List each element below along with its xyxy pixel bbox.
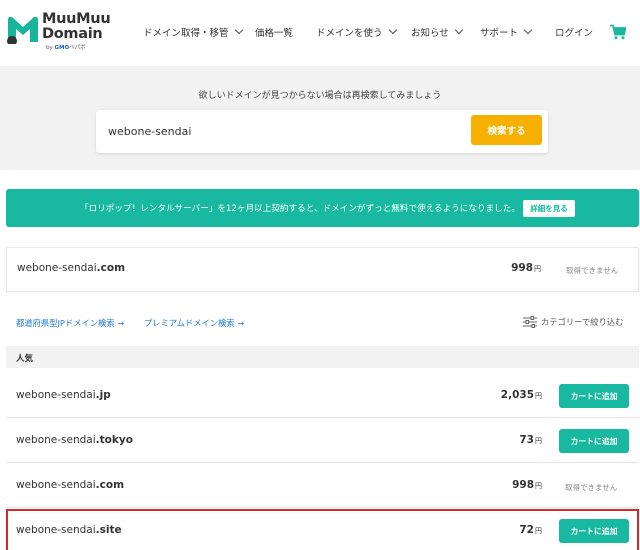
site-header: MuuMuu Domain by GMOペパボ ドメイン取得・移管 価格一覧 ド… [0,0,640,66]
logo-line2: Domain [42,26,103,42]
domain-price: 998円 [511,262,541,274]
domain-price: 998円 [512,479,542,491]
muumuu-domain-logo[interactable]: MuuMuu Domain by GMOペパボ [6,12,116,52]
domain-price: 73円 [519,434,542,446]
nav-price-list[interactable]: 価格一覧 [255,25,293,39]
domain-row-jp: webone-sendai.jp 2,035円 カートに追加 [6,374,639,418]
domain-price: 72円 [519,524,542,536]
domain-row-site: webone-sendai.site 72円 カートに追加 [6,509,639,550]
section-title: 人気 [16,354,34,364]
unavailable-label: 取得できません [566,266,619,275]
search-section: 欲しいドメインが見つからない場合は再検索してみましょう 検索する [0,66,640,170]
nav-support[interactable]: サポート [480,25,533,39]
nav-news[interactable]: お知らせ [411,25,464,39]
add-to-cart-button[interactable]: カートに追加 [559,384,629,408]
cart-icon[interactable] [610,24,626,40]
chevron-down-icon [388,25,397,35]
filter-sliders-icon [523,316,537,328]
logo-line1: MuuMuu [42,11,111,27]
category-filter-button[interactable]: カテゴリーで絞り込む [523,316,623,328]
promo-details-button[interactable]: 詳細を見る [523,200,575,217]
nav-use-domain[interactable]: ドメインを使う [316,25,397,39]
search-hint: 欲しいドメインが見つからない場合は再検索してみましょう [198,91,442,101]
domain-name: webone-sendai.site [16,524,122,536]
logo-sub: by GMOペパボ [46,45,86,51]
chevron-down-icon [523,25,533,35]
domain-name: webone-sendai.com [16,479,125,491]
chevron-down-icon [234,25,243,35]
section-header: 人気 [6,346,639,368]
add-to-cart-button[interactable]: カートに追加 [559,519,629,543]
domain-price: 2,035円 [500,389,542,401]
domain-row-com: webone-sendai.com 998円 取得できません [6,464,639,508]
domain-row-tokyo: webone-sendai.tokyo 73円 カートに追加 [6,419,639,463]
domain-name: webone-sendai.tokyo [16,434,133,446]
nav-domain-register[interactable]: ドメイン取得・移管 [143,25,243,39]
domain-search-input[interactable] [108,118,458,144]
premium-domain-search-link[interactable]: プレミアムドメイン検索 → [144,317,244,329]
unavailable-label: 取得できません [565,483,618,492]
promo-banner: 「ロリポップ！レンタルサーバー」を12ヶ月以上契約すると、ドメインがずっと無料で… [6,189,639,227]
top-result-card: webone-sendai.com 998円 取得できません [6,247,639,292]
promo-text: 「ロリポップ！レンタルサーバー」を12ヶ月以上契約すると、ドメインがずっと無料で… [80,204,520,214]
jp-domain-search-link[interactable]: 都道府県型JPドメイン検索 → [16,317,124,329]
nav-login[interactable]: ログイン [555,25,593,39]
chevron-down-icon [454,25,464,35]
domain-name: webone-sendai.jp [16,389,111,401]
search-button[interactable]: 検索する [471,115,542,145]
muumuu-logo-icon [7,16,38,44]
domain-name: webone-sendai.com [17,262,126,274]
add-to-cart-button[interactable]: カートに追加 [559,429,629,453]
search-box: 検索する [96,110,548,153]
